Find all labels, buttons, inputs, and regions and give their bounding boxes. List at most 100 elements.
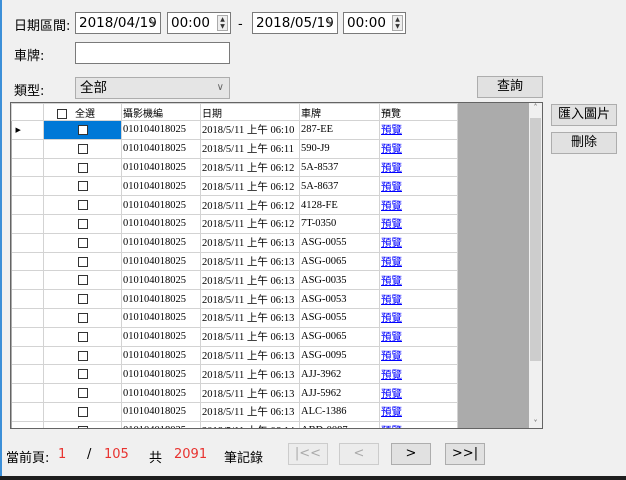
import-images-button[interactable]: 匯入圖片 [551,104,617,126]
scroll-down-icon[interactable]: ˅ [529,419,542,428]
preview-link[interactable]: 預覽 [381,238,402,249]
column-header-camera[interactable]: 攝影機編 [121,103,201,121]
row-select-cell[interactable] [43,401,122,422]
spin-updown-icon[interactable]: ▲ ▼ [392,15,403,31]
table-row[interactable]: 010104018025 2018/5/11 上午 06:12 5A-8537 預覽 [11,157,458,178]
end-date-picker[interactable]: 2018/05/19 ∨ [252,12,338,34]
table-row[interactable]: 010104018025 2018/5/11 上午 06:12 4128-FE 預覽 [11,195,458,215]
row-select-cell[interactable] [43,383,122,403]
row-checkbox[interactable] [77,331,88,342]
table-row[interactable]: 010104018025 2018/5/11 上午 06:13 ASG-0035 預覽 [11,270,458,291]
table-row[interactable]: 010104018025 2018/5/11 上午 06:13 AJJ-5962 預覽 [11,383,458,403]
row-checkbox[interactable] [77,124,88,135]
table-row[interactable]: 010104018025 2018/5/11 上午 06:13 ASG-0095 預覽 [11,345,458,366]
row-header[interactable] [11,232,44,253]
next-page-button[interactable]: > [391,443,431,465]
row-checkbox[interactable] [77,294,88,305]
row-header[interactable] [11,270,44,291]
row-checkbox[interactable] [77,143,88,154]
row-header[interactable] [11,213,44,234]
row-checkbox[interactable] [77,218,88,229]
row-checkbox[interactable] [77,369,88,380]
row-header[interactable] [11,157,44,178]
row-header[interactable] [11,420,44,428]
type-select[interactable]: 全部 ∨ [75,77,230,99]
column-header-preview[interactable]: 預覽 [379,103,458,121]
table-row[interactable]: 010104018025 2018/5/11 上午 06:11 590-J9 預覽 [11,138,458,159]
row-checkbox[interactable] [77,350,88,361]
preview-link[interactable]: 預覽 [381,351,402,362]
row-select-cell[interactable] [43,232,122,253]
spin-updown-icon[interactable]: ▲ ▼ [217,15,228,31]
row-header[interactable] [11,383,44,403]
row-select-cell[interactable] [43,270,122,291]
table-row[interactable]: 010104018025 2018/5/11 上午 06:12 5A-8637 預覽 [11,176,458,197]
scroll-up-icon[interactable]: ˄ [529,103,542,112]
select-all-checkbox[interactable] [57,108,67,119]
row-header[interactable] [11,138,44,159]
row-select-cell[interactable] [43,176,122,197]
table-row[interactable]: 010104018025 2018/5/11 上午 06:13 ASG-0065 預覽 [11,251,458,272]
prev-page-button[interactable]: < [339,443,379,465]
preview-link[interactable]: 預覽 [381,407,402,418]
row-select-cell[interactable] [43,157,122,178]
preview-link[interactable]: 預覽 [381,295,402,306]
table-row[interactable]: 010104018025 2018/5/11 上午 06:13 ASG-0055 預覽 [11,307,458,328]
preview-link[interactable]: 預覽 [381,163,402,174]
row-select-cell[interactable] [43,251,122,272]
column-header-date[interactable]: 日期 [200,103,300,121]
preview-link[interactable]: 預覽 [381,370,402,381]
query-button[interactable]: 查詢 [477,76,543,98]
plate-input[interactable] [75,42,230,64]
row-select-cell[interactable] [43,120,122,140]
row-header[interactable] [11,401,44,422]
row-select-cell[interactable] [43,289,122,309]
row-select-cell[interactable] [43,213,122,234]
preview-link[interactable]: 預覽 [381,276,402,287]
chevron-down-icon[interactable]: ∨ [327,13,334,33]
end-time-spinner[interactable]: 00:00 ▲ ▼ [343,12,406,34]
row-select-cell[interactable] [43,364,122,385]
row-header[interactable] [11,364,44,385]
row-select-cell[interactable] [43,195,122,215]
row-select-cell[interactable] [43,420,122,428]
table-row[interactable]: 0101040180252018/5/11 上午 06:14ABD-0087預覽 [11,420,458,428]
table-row[interactable]: 010104018025 2018/5/11 上午 06:13 AJJ-3962 預覽 [11,364,458,385]
row-select-cell[interactable] [43,307,122,328]
row-header[interactable] [11,176,44,197]
row-checkbox[interactable] [77,406,88,417]
row-checkbox[interactable] [77,388,88,399]
row-checkbox[interactable] [77,256,88,267]
table-row[interactable]: 010104018025 2018/5/11 上午 06:12 7T-0350 預覽 [11,213,458,234]
delete-button[interactable]: 刪除 [551,132,617,154]
row-header[interactable] [11,289,44,309]
preview-link[interactable]: 預覽 [381,332,402,343]
preview-link[interactable]: 預覽 [381,182,402,193]
row-select-cell[interactable] [43,138,122,159]
table-row[interactable]: 010104018025 2018/5/11 上午 06:13 ASG-0053 預覽 [11,289,458,309]
last-page-button[interactable]: >>| [445,443,485,465]
first-page-button[interactable]: |<< [288,443,328,465]
chevron-down-icon[interactable]: ∨ [150,13,157,33]
preview-link[interactable]: 預覽 [381,313,402,324]
preview-link[interactable]: 預覽 [381,257,402,268]
table-row[interactable]: 010104018025 2018/5/11 上午 06:13 ASG-0055 預覽 [11,232,458,253]
row-checkbox[interactable] [77,200,88,211]
row-checkbox[interactable] [77,425,88,428]
row-checkbox[interactable] [77,237,88,248]
row-checkbox[interactable] [77,312,88,323]
scrollbar-thumb[interactable] [530,118,541,361]
row-select-cell[interactable] [43,326,122,347]
column-header-select-all[interactable]: 全選 [43,103,122,121]
row-header[interactable] [11,307,44,328]
start-time-spinner[interactable]: 00:00 ▲ ▼ [167,12,231,34]
preview-link[interactable]: 預覽 [381,426,402,428]
row-header[interactable] [11,251,44,272]
row-checkbox[interactable] [77,181,88,192]
row-header[interactable] [11,326,44,347]
column-header-plate[interactable]: 車牌 [299,103,380,121]
row-header[interactable] [11,195,44,215]
row-checkbox[interactable] [77,275,88,286]
table-row[interactable]: 010104018025 2018/5/11 上午 06:13 ASG-0065 預覽 [11,326,458,347]
records-grid[interactable]: 全選 攝影機編 日期 車牌 預覽 ▶ 010104018025 2018/5/11 … [10,102,543,429]
